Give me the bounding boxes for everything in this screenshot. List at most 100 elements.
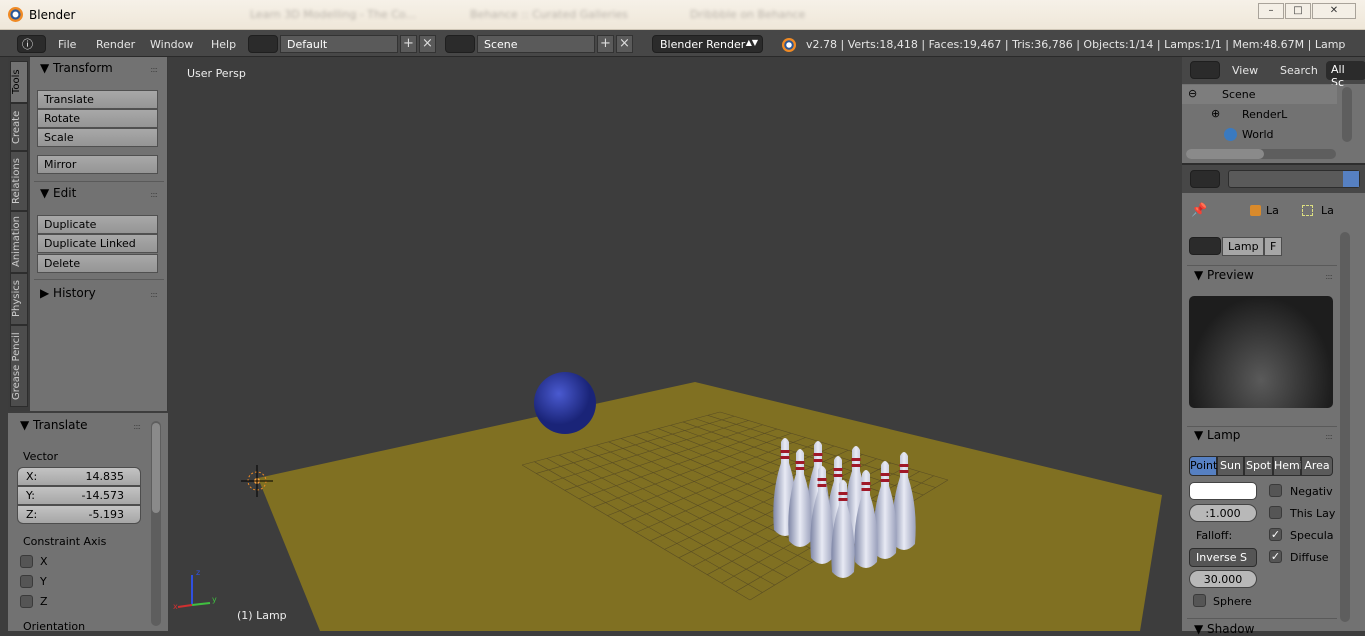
falloff-select[interactable]: Inverse S <box>1189 548 1257 567</box>
blender-logo-icon <box>8 7 23 22</box>
panel-history-header[interactable]: ▶ History <box>40 286 96 300</box>
rotate-button[interactable]: Rotate <box>37 109 158 128</box>
tab-grease-pencil[interactable]: Grease Pencil <box>10 325 28 407</box>
add-scene-button[interactable]: + <box>597 35 614 53</box>
outliner-v-scrollbar[interactable] <box>1342 87 1352 142</box>
operator-header[interactable]: ▼ Translate <box>20 418 88 432</box>
constraint-z-checkbox[interactable] <box>20 595 33 608</box>
add-layout-button[interactable]: + <box>400 35 417 53</box>
this-layer-label: This Lay <box>1290 507 1336 520</box>
outliner-row-renderlayers[interactable]: RenderL ⊕ <box>1182 105 1337 124</box>
translate-button[interactable]: Translate <box>37 90 158 109</box>
world-icon <box>1224 128 1237 141</box>
outliner-h-scrollbar[interactable] <box>1186 149 1336 159</box>
editor-type-info-icon[interactable]: ⓘ <box>17 35 46 53</box>
delete-button[interactable]: Delete <box>37 254 158 273</box>
menu-file[interactable]: File <box>58 38 76 51</box>
energy-field[interactable]: :1.000 <box>1189 504 1257 522</box>
panel-transform-header[interactable]: ▼ Transform <box>40 61 113 75</box>
context-tabs[interactable] <box>1228 170 1360 188</box>
menu-window[interactable]: Window <box>150 38 193 51</box>
pin-icon[interactable]: 📌 <box>1191 203 1207 218</box>
outliner-type-icon[interactable] <box>1190 61 1220 79</box>
remove-layout-button[interactable]: × <box>419 35 436 53</box>
browser-tab[interactable]: Learn 3D Modelling - The Co... <box>250 8 416 21</box>
panel-edit-header[interactable]: ▼ Edit <box>40 186 76 200</box>
lamp-type-sun[interactable]: Sun <box>1217 456 1244 476</box>
distance-field[interactable]: 30.000 <box>1189 570 1257 588</box>
outliner-row-world[interactable]: World <box>1182 125 1337 144</box>
3d-viewport[interactable]: User Persp (1) Lamp z y x <box>168 57 1180 631</box>
outliner-search-menu[interactable]: Search <box>1280 64 1318 77</box>
outliner-view-menu[interactable]: View <box>1232 64 1258 77</box>
scale-button[interactable]: Scale <box>37 128 158 147</box>
panel-title: Lamp <box>1207 428 1241 442</box>
remove-scene-button[interactable]: × <box>616 35 633 53</box>
browser-tab[interactable]: Behance :: Curated Galleries <box>470 8 628 21</box>
vector-y-field[interactable]: Y: -14.573 <box>17 486 141 505</box>
object-icon <box>1250 205 1261 216</box>
preview-header[interactable]: ▼ Preview <box>1194 268 1254 282</box>
operator-scrollbar[interactable] <box>151 421 161 626</box>
pin-stripe <box>880 479 890 482</box>
collapse-icon[interactable]: ⊖ <box>1188 87 1197 100</box>
browser-tab[interactable]: Dribbble on Behance <box>690 8 805 21</box>
maximize-button[interactable]: □ <box>1285 3 1311 19</box>
constraint-y-checkbox[interactable] <box>20 575 33 588</box>
bowling-ball[interactable] <box>534 372 596 434</box>
mirror-button[interactable]: Mirror <box>37 155 158 174</box>
lamp-color-swatch[interactable] <box>1189 482 1257 500</box>
ground-plane[interactable] <box>258 382 1162 631</box>
specular-checkbox[interactable]: ✓ <box>1269 528 1282 541</box>
panel-title: Transform <box>53 61 113 75</box>
lamp-panel-header[interactable]: ▼ Lamp <box>1194 428 1240 442</box>
diffuse-checkbox[interactable]: ✓ <box>1269 550 1282 563</box>
negative-checkbox[interactable] <box>1269 484 1282 497</box>
constraint-x-checkbox[interactable] <box>20 555 33 568</box>
tab-create[interactable]: Create <box>10 103 28 151</box>
vector-z-field[interactable]: Z: -5.193 <box>17 505 141 524</box>
lamp-type-spot[interactable]: Spot <box>1244 456 1273 476</box>
lamp-type-hemi[interactable]: Hemi <box>1273 456 1303 476</box>
layout-icon[interactable] <box>248 35 278 53</box>
properties-scrollbar[interactable] <box>1340 232 1350 622</box>
editor-type-icon[interactable] <box>1190 170 1220 188</box>
x-value: 14.835 <box>85 470 125 483</box>
this-layer-checkbox[interactable] <box>1269 506 1282 519</box>
expand-icon[interactable]: ⊕ <box>1211 107 1220 120</box>
menu-render[interactable]: Render <box>96 38 135 51</box>
sphere-checkbox[interactable] <box>1193 594 1206 607</box>
active-object-label: (1) Lamp <box>237 609 287 622</box>
fake-user-button[interactable]: F <box>1264 237 1282 256</box>
tab-tools[interactable]: Tools <box>10 61 28 103</box>
tab-relations[interactable]: Relations <box>10 151 28 211</box>
pin-stripe <box>817 484 827 487</box>
scene-canvas[interactable] <box>168 57 1180 631</box>
lamp-browse-button[interactable] <box>1189 237 1221 255</box>
specular-label: Specula <box>1290 529 1334 542</box>
lamp-name-field[interactable]: Lamp <box>1222 237 1264 256</box>
z-value: -5.193 <box>88 508 124 521</box>
vector-x-field[interactable]: X: 14.835 <box>17 467 141 486</box>
panel-title: Edit <box>53 186 77 200</box>
close-button[interactable]: ✕ <box>1312 3 1356 19</box>
duplicate-linked-button[interactable]: Duplicate Linked <box>37 234 158 253</box>
outliner-filter-select[interactable]: All Sc <box>1326 61 1365 89</box>
lamp-data-tab[interactable] <box>1343 171 1359 187</box>
minimize-button[interactable]: – <box>1258 3 1284 19</box>
duplicate-button[interactable]: Duplicate <box>37 215 158 234</box>
scene-field[interactable]: Scene <box>477 35 595 53</box>
breadcrumb-object: La <box>1266 204 1279 217</box>
lamp-type-area[interactable]: Area <box>1301 456 1333 476</box>
layout-field[interactable]: Default <box>280 35 398 53</box>
tab-animation[interactable]: Animation <box>10 211 28 273</box>
scene-icon[interactable] <box>445 35 475 53</box>
outliner-row-scene[interactable]: Scene ⊖ <box>1182 85 1337 104</box>
tab-physics[interactable]: Physics <box>10 273 28 325</box>
shadow-panel-header[interactable]: ▼ Shadow <box>1194 622 1254 636</box>
lamp-type-point[interactable]: Point <box>1189 456 1217 476</box>
pin-stripe <box>899 464 909 467</box>
render-engine-select[interactable]: Blender Render ▲▼ <box>652 35 763 53</box>
menu-help[interactable]: Help <box>211 38 236 51</box>
pin-stripe <box>880 473 890 476</box>
